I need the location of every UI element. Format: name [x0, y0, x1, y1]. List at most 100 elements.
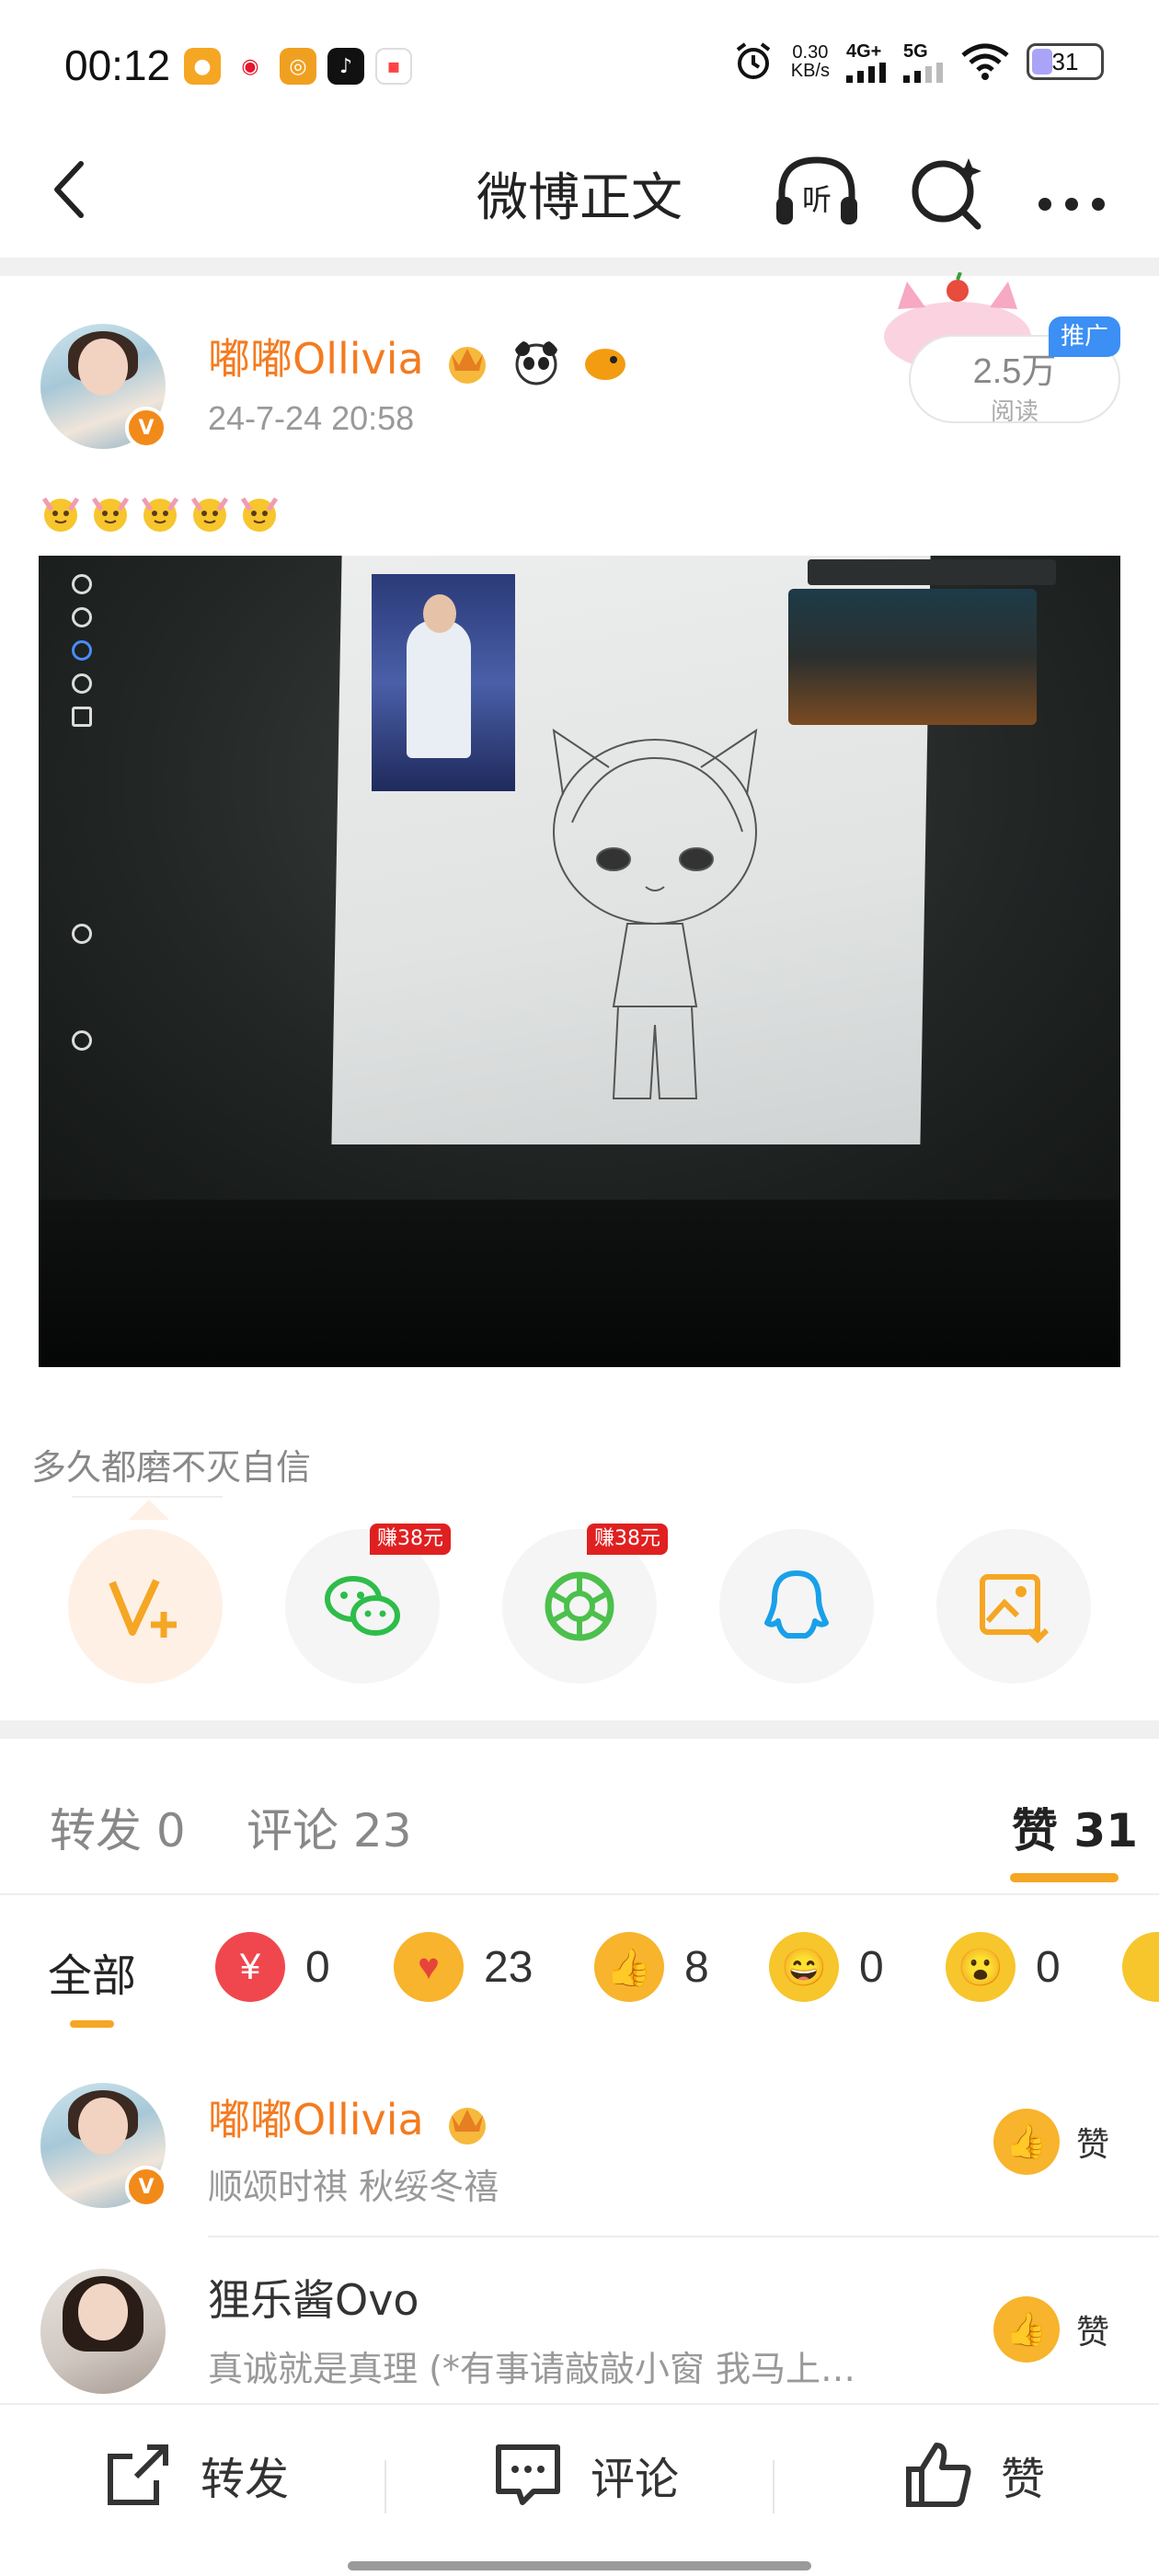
more-emoji-icon: [1122, 1932, 1159, 2002]
listen-button[interactable]: 听: [771, 149, 863, 232]
bottom-action-bar: 转发 评论 赞: [0, 2403, 1159, 2576]
filter-thumbs[interactable]: 👍 8: [594, 1932, 709, 2002]
battery-percent: 31: [1051, 47, 1079, 75]
like-button[interactable]: 赞: [901, 2438, 1045, 2512]
headphone-icon: 听: [776, 156, 857, 224]
like-list-item[interactable]: V 嘟嘟Ollivia 顺颂时祺 秋绥冬禧 👍 赞: [0, 2061, 1159, 2245]
share-pointer: [129, 1500, 169, 1520]
reference-photo: [372, 574, 515, 791]
interaction-tabs: 转发 0 评论 23 赞 31: [0, 1755, 1159, 1893]
share-wechat-button[interactable]: 赚38元: [285, 1524, 451, 1684]
filter-surprise[interactable]: 😮 0: [946, 1932, 1061, 2002]
pip-toolbar: [808, 559, 1056, 585]
laugh-emoji-icon: 😄: [769, 1932, 839, 2002]
save-image-button[interactable]: [936, 1529, 1091, 1684]
laugh-count: 0: [859, 1942, 884, 1992]
earn-badge-wechat: 赚38元: [370, 1524, 451, 1555]
fish-badge-icon: [584, 348, 625, 380]
liker-bio: 顺颂时祺 秋绥冬禧: [208, 2167, 499, 2207]
reaction-filter-bar: 全部 ¥ 0 ♥ 23 👍 8 😄 0 😮 0: [0, 1912, 1159, 2031]
weibo-red-app-icon: ◉: [232, 48, 269, 85]
filter-laugh[interactable]: 😄 0: [769, 1932, 884, 2002]
comment-button[interactable]: 评论: [491, 2438, 679, 2512]
tab-underline: [1010, 1873, 1119, 1882]
more-icon[interactable]: [1030, 149, 1113, 232]
avatar-face: [77, 339, 129, 396]
filter-all-underline: [70, 2020, 114, 2028]
share-moments-button[interactable]: 赚38元: [502, 1524, 668, 1684]
cheer-emoji-icon: [91, 497, 130, 532]
liker-name[interactable]: 嘟嘟Ollivia: [208, 2087, 492, 2148]
filter-all[interactable]: 全部: [48, 1939, 136, 2004]
verified-badge: V: [125, 407, 167, 449]
drawing-toolbar: [72, 574, 98, 1051]
tab-repost[interactable]: 转发 0: [50, 1794, 186, 1860]
like-icon: [906, 2443, 971, 2507]
surprise-count: 0: [1036, 1942, 1061, 1992]
liker-avatar[interactable]: [40, 2269, 166, 2394]
panda-icon: [515, 340, 557, 385]
thumbs-count: 8: [684, 1942, 709, 1992]
video-pip: [788, 589, 1037, 725]
verified-badge: V: [125, 2166, 167, 2208]
vip-crown-icon: [449, 2107, 487, 2145]
status-time: 00:12: [64, 41, 171, 89]
share-qq-button[interactable]: [719, 1529, 874, 1684]
liker-name[interactable]: 狸乐酱Ovo: [208, 2267, 419, 2328]
comment-icon: [496, 2444, 560, 2505]
repost-button[interactable]: 转发: [101, 2438, 289, 2512]
vplus-icon: [109, 1579, 177, 1638]
like-list-item[interactable]: 狸乐酱Ovo 真诚就是真理 (*有事请敲敲小窗 我马上… 👍 赞: [0, 2245, 1159, 2429]
vip-crown-icon: [449, 346, 487, 384]
tab-like[interactable]: 赞 31: [1012, 1794, 1138, 1860]
bottom-separator: [773, 2460, 775, 2513]
tiktok-app-icon: ♪: [327, 48, 364, 85]
liker-bio: 真诚就是真理 (*有事请敲敲小窗 我马上…: [208, 2349, 855, 2389]
signal-1: 4G+: [846, 41, 887, 83]
filter-comment-like[interactable]: ♥ 23: [394, 1932, 533, 2002]
moments-icon: [545, 1571, 614, 1641]
read-label: 阅读: [990, 398, 1039, 426]
home-indicator[interactable]: [348, 2561, 811, 2570]
author-name[interactable]: 嘟嘟Ollivia: [208, 326, 630, 387]
like-back-button[interactable]: 👍 赞: [993, 2109, 1109, 2175]
filter-reward[interactable]: ¥ 0: [215, 1932, 330, 2002]
search-icon[interactable]: [906, 149, 989, 232]
list-divider: [208, 2236, 1159, 2237]
comment-label: 评论: [591, 2454, 680, 2505]
like-back-button[interactable]: 👍 赞: [993, 2296, 1109, 2363]
like-back-label: 赞: [1076, 2126, 1110, 2164]
author-name-text: 嘟嘟Ollivia: [208, 334, 424, 384]
alarm-icon: [736, 42, 770, 79]
repost-label: 转发: [201, 2454, 290, 2505]
battery-fill: [1032, 49, 1053, 75]
reward-heart-icon: ¥: [215, 1932, 285, 2002]
cheer-emoji-icon: [240, 497, 279, 532]
signal-2-label: 5G: [903, 40, 928, 62]
battery-icon: 31: [1027, 43, 1104, 80]
post-image[interactable]: [39, 556, 1120, 1367]
tablet-screen: [39, 556, 1120, 1200]
signal-bars-icon: [846, 62, 886, 83]
desk-shadow: [39, 1200, 1120, 1367]
tab-comment[interactable]: 评论 23: [247, 1794, 412, 1860]
comment-like-count: 23: [484, 1942, 534, 1992]
post-caption: 多久都磨不灭自信: [31, 1447, 312, 1488]
post-time: 24-7-24 20:58: [208, 399, 415, 437]
section-divider-2: [0, 1720, 1159, 1739]
qq-icon: [764, 1570, 829, 1639]
save-image-icon: [980, 1574, 1050, 1644]
surprise-emoji-icon: 😮: [946, 1932, 1016, 2002]
filter-more[interactable]: [1122, 1932, 1159, 2002]
listen-icon-text: 听: [802, 182, 832, 217]
status-right: 0.30 KB/s 4G+ 5G 31: [732, 40, 1104, 83]
share-weibo-vplus-button[interactable]: [68, 1529, 223, 1684]
post-emoji-row: [37, 488, 283, 535]
like-back-label: 赞: [1076, 2314, 1110, 2352]
chibi-sketch: [552, 728, 758, 1099]
signal-1-label: 4G+: [846, 40, 882, 62]
promo-tag: 推广: [1049, 316, 1120, 357]
comment-heart-icon: ♥: [394, 1932, 464, 2002]
reward-count: 0: [305, 1942, 330, 1992]
weibo-app-icon: ●: [184, 48, 221, 85]
